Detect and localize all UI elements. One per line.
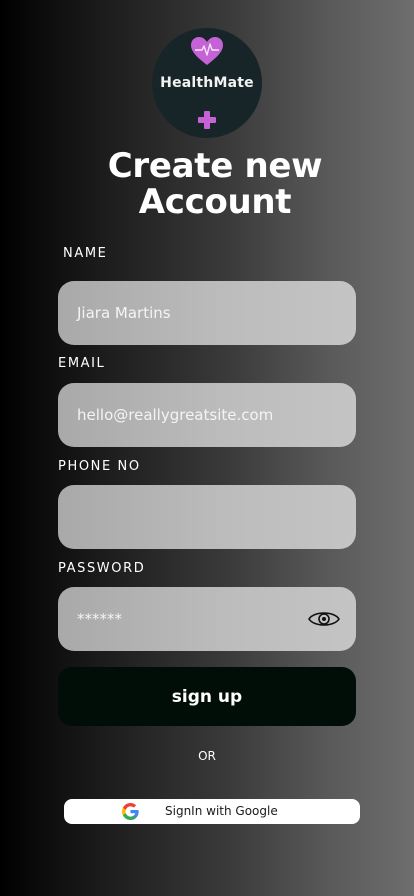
name-field[interactable]: Jiara Martins [58, 281, 356, 345]
google-signin-label: SignIn with Google [165, 804, 278, 818]
google-signin-button[interactable]: SignIn with Google [64, 799, 360, 824]
eye-icon[interactable] [308, 609, 340, 629]
name-label: NAME [63, 246, 108, 261]
password-field[interactable]: ****** [58, 587, 356, 651]
email-field-value: hello@reallygreatsite.com [77, 406, 274, 424]
title-line-1: Create new [107, 146, 323, 186]
google-icon [121, 802, 139, 821]
signup-button[interactable]: sign up [58, 667, 356, 726]
page-title: Create new Account [0, 148, 414, 220]
phone-label: PHONE NO [58, 459, 141, 474]
password-label: PASSWORD [58, 561, 146, 576]
email-label: EMAIL [58, 356, 106, 371]
plus-icon [198, 111, 216, 129]
email-field[interactable]: hello@reallygreatsite.com [58, 383, 356, 447]
or-divider: OR [198, 749, 216, 763]
title-line-2: Account [138, 182, 292, 222]
brand-name: HealthMate [160, 75, 254, 91]
app-logo: HealthMate [152, 28, 262, 138]
name-field-value: Jiara Martins [77, 304, 171, 322]
heart-pulse-icon [191, 37, 223, 65]
phone-field[interactable] [58, 485, 356, 549]
password-field-value: ****** [77, 610, 122, 628]
